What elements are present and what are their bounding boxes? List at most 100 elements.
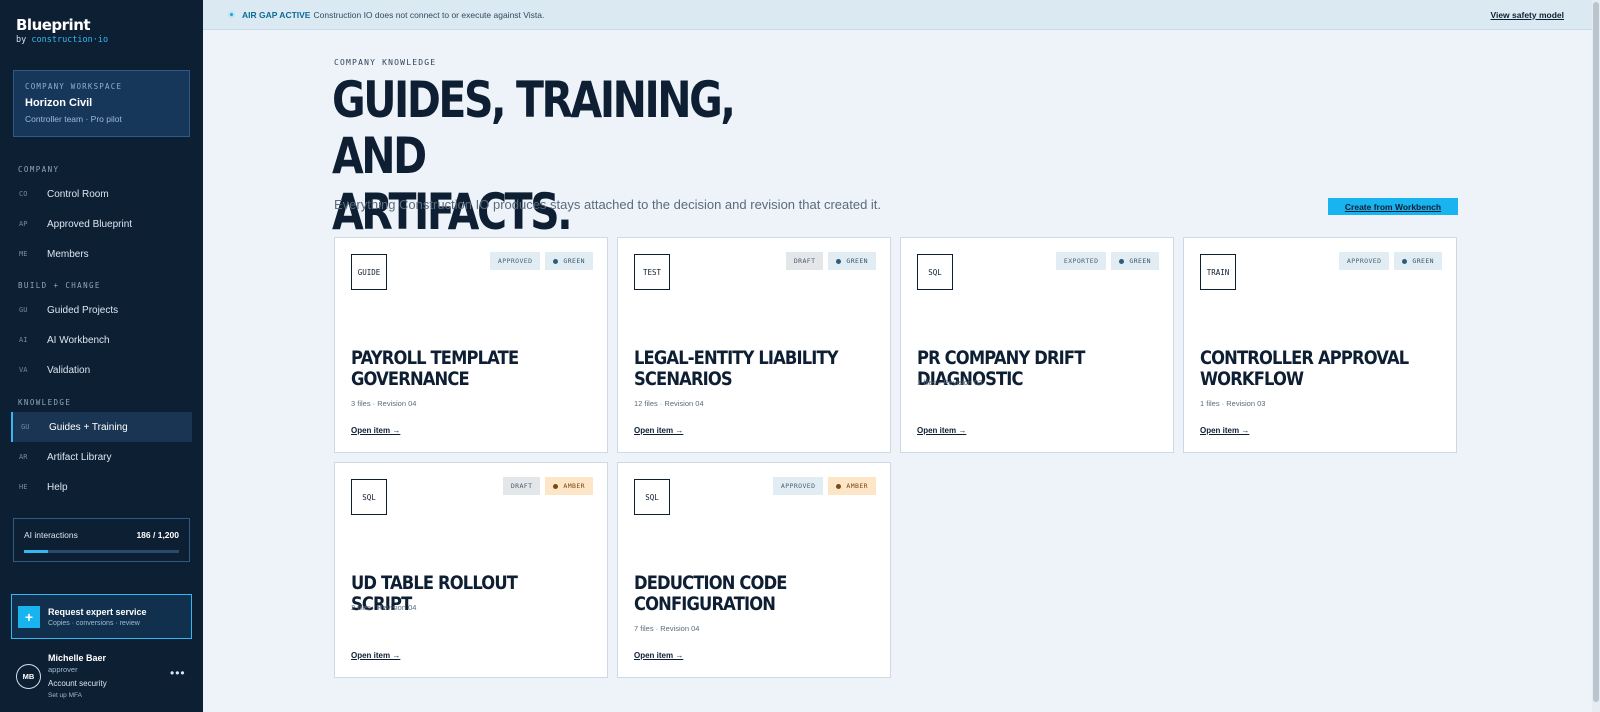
artifact-card[interactable]: TRAIN APPROVED GREEN CONTROLLER APPROVAL… — [1183, 237, 1457, 453]
brand-name: Blueprint — [16, 16, 91, 34]
open-item-link[interactable]: Open item → — [351, 426, 400, 435]
status-badge: APPROVED — [1338, 252, 1390, 270]
artifact-card[interactable]: GUIDE APPROVED GREEN PAYROLL TEMPLATE GO… — [334, 237, 608, 453]
air-gap-status: AIR GAP ACTIVE — [242, 9, 311, 20]
sidebar-item-guided-projects[interactable]: GU Guided Projects — [11, 295, 192, 325]
ai-usage-label: AI interactions — [24, 530, 78, 540]
artifact-title-line: CONTROLLER APPROVAL — [1200, 347, 1409, 369]
account-security-link[interactable]: Account security — [48, 679, 107, 688]
artifact-card[interactable]: SQL DRAFT AMBER UD TABLE ROLLOUT SCRIPT … — [334, 462, 608, 678]
artifact-type-icon: SQL — [634, 479, 670, 515]
sidebar-item-label: Control Room — [47, 188, 109, 200]
open-item-link[interactable]: Open item → — [351, 651, 400, 660]
page-title-line: ARTIFACTS. — [332, 183, 573, 241]
workspace-sub: Controller team · Pro pilot — [25, 114, 122, 124]
page-title-line: GUIDES, TRAINING, AND — [332, 71, 736, 185]
user-name: Michelle Baer — [48, 653, 107, 663]
scrollbar-thumb[interactable] — [1593, 2, 1599, 702]
ai-usage-meter: AI interactions 186 / 1,200 — [13, 518, 190, 562]
nav-code: GU — [21, 423, 30, 431]
status-dot-icon — [228, 11, 235, 18]
health-badge-label: GREEN — [1412, 257, 1434, 265]
nav-code: ME — [19, 250, 28, 258]
sidebar-item-label: Members — [47, 248, 89, 260]
status-badge: DRAFT — [502, 477, 541, 495]
sidebar-item-members[interactable]: ME Members — [11, 239, 192, 269]
artifact-title: DEDUCTION CODE CONFIGURATION — [634, 573, 849, 615]
artifact-meta: 7 files · Revision 04 — [634, 624, 700, 633]
artifact-card[interactable]: SQL APPROVED AMBER DEDUCTION CODE CONFIG… — [617, 462, 891, 678]
artifact-meta: 1 files · Revision 03 — [1200, 399, 1266, 408]
workspace-name: Horizon Civil — [25, 97, 93, 109]
user-profile: MB Michelle Baer approver Account securi… — [16, 651, 196, 701]
sidebar-item-approved-blueprint[interactable]: AP Approved Blueprint — [11, 209, 192, 239]
sidebar-item-ai-workbench[interactable]: AI AI Workbench — [11, 325, 192, 355]
health-badge-label: GREEN — [846, 257, 868, 265]
page-kicker: COMPANY KNOWLEDGE — [334, 58, 437, 67]
ai-usage-count: 186 / 1,200 — [136, 530, 179, 540]
request-expert-service-button[interactable]: + Request expert service Copies · conver… — [11, 594, 192, 639]
artifact-card[interactable]: TEST DRAFT GREEN LEGAL-ENTITY LIABILITY … — [617, 237, 891, 453]
view-safety-model-link[interactable]: View safety model — [1490, 10, 1564, 20]
health-badge-label: AMBER — [563, 482, 585, 490]
user-role: approver — [48, 665, 78, 674]
sidebar-item-label: Approved Blueprint — [47, 218, 133, 230]
artifact-meta: 2 files · Revision 04 — [351, 603, 417, 612]
artifact-title: PAYROLL TEMPLATE GOVERNANCE — [351, 348, 566, 390]
brand-byline: by construction·io — [16, 35, 108, 45]
health-badge-label: AMBER — [846, 482, 868, 490]
sidebar-item-guides-training[interactable]: GU Guides + Training — [11, 412, 192, 442]
sidebar-item-artifact-library[interactable]: AR Artifact Library — [11, 442, 192, 472]
artifact-title-line: GOVERNANCE — [351, 368, 470, 390]
artifact-type-icon: TEST — [634, 254, 670, 290]
sidebar-item-validation[interactable]: VA Validation — [11, 355, 192, 385]
nav-code: HE — [19, 483, 28, 491]
artifact-type-icon: SQL — [351, 479, 387, 515]
sidebar-item-label: AI Workbench — [47, 334, 110, 346]
avatar[interactable]: MB — [16, 664, 41, 689]
artifact-title-line: WORKFLOW — [1200, 368, 1304, 390]
health-badge-label: GREEN — [1129, 257, 1151, 265]
artifact-title-line: SCENARIOS — [634, 368, 733, 390]
page-scrollbar[interactable] — [1592, 0, 1600, 712]
nav-code: VA — [19, 366, 28, 374]
health-dot-icon — [553, 483, 559, 489]
sidebar-item-control-room[interactable]: CO Control Room — [11, 179, 192, 209]
setup-mfa-link[interactable]: Set up MFA — [48, 692, 82, 699]
sidebar-item-label: Validation — [47, 364, 91, 376]
brand-by: by — [16, 35, 32, 45]
health-badge: GREEN — [545, 252, 593, 270]
open-item-link[interactable]: Open item → — [917, 426, 966, 435]
artifact-title-line: CONFIGURATION — [634, 593, 776, 615]
artifact-title-line: DEDUCTION CODE — [634, 572, 787, 594]
health-dot-icon — [836, 258, 842, 264]
artifact-title-line: PAYROLL TEMPLATE — [351, 347, 519, 369]
open-item-link[interactable]: Open item → — [634, 426, 683, 435]
page-subtitle: Everything Construction IO produces stay… — [334, 197, 882, 212]
nav-code: GU — [19, 306, 28, 314]
workspace-switcher[interactable]: COMPANY WORKSPACE Horizon Civil Controll… — [13, 70, 190, 137]
brand-logo[interactable]: Blueprint by construction·io — [16, 16, 108, 45]
more-options-icon[interactable]: ••• — [170, 666, 186, 680]
nav-section-build-change: BUILD + CHANGE — [18, 281, 101, 290]
artifact-title-line: LEGAL-ENTITY LIABILITY — [634, 347, 839, 369]
open-item-link[interactable]: Open item → — [1200, 426, 1249, 435]
sidebar: Blueprint by construction·io COMPANY WOR… — [0, 0, 203, 712]
health-badge-label: GREEN — [563, 257, 585, 265]
artifact-meta: 1 files · Revision 03 — [917, 378, 983, 387]
sidebar-item-help[interactable]: HE Help — [11, 472, 192, 502]
workspace-label: COMPANY WORKSPACE — [25, 82, 123, 91]
page-title: GUIDES, TRAINING, AND ARTIFACTS. — [332, 72, 824, 240]
artifact-meta: 3 files · Revision 04 — [351, 399, 417, 408]
air-gap-banner: AIR GAP ACTIVE Construction IO does not … — [203, 0, 1592, 30]
nav-code: CO — [19, 190, 28, 198]
artifact-card[interactable]: SQL EXPORTED GREEN PR COMPANY DRIFT DIAG… — [900, 237, 1174, 453]
artifact-title: LEGAL-ENTITY LIABILITY SCENARIOS — [634, 348, 849, 390]
nav-section-company: COMPANY — [18, 165, 60, 174]
create-from-workbench-button[interactable]: Create from Workbench — [1328, 198, 1458, 215]
health-badge: GREEN — [1394, 252, 1442, 270]
air-gap-text: Construction IO does not connect to or e… — [313, 9, 545, 20]
health-badge: AMBER — [828, 477, 876, 495]
artifact-type-icon: SQL — [917, 254, 953, 290]
open-item-link[interactable]: Open item → — [634, 651, 683, 660]
